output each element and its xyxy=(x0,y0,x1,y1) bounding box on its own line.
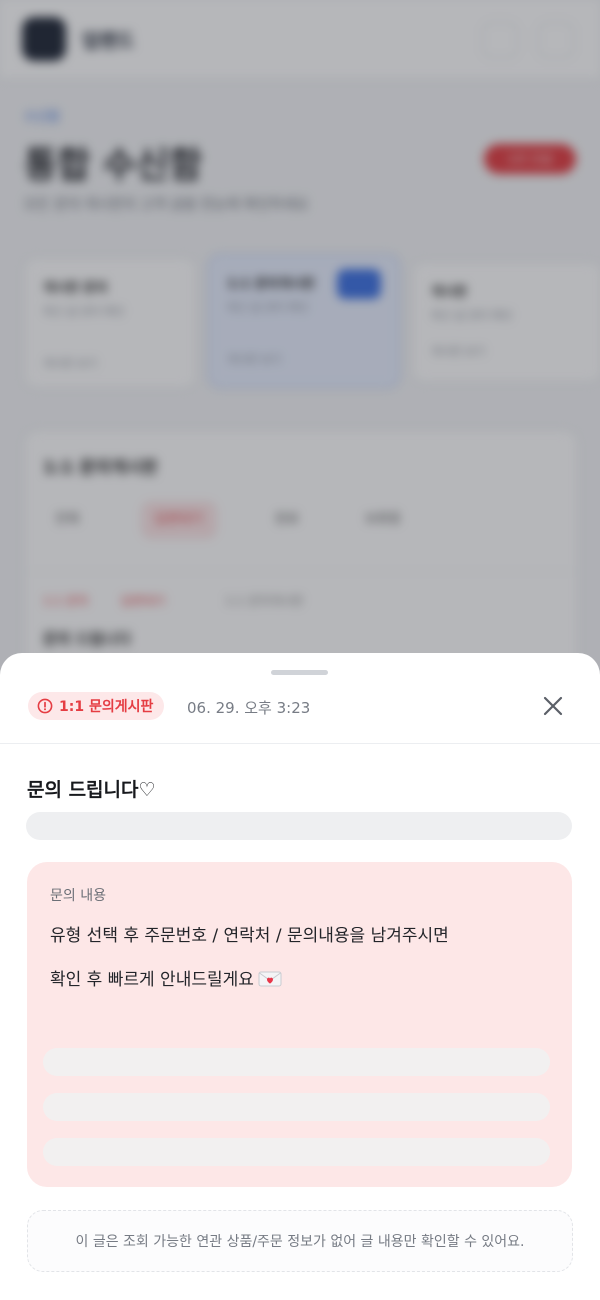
drag-handle[interactable] xyxy=(271,670,328,675)
header-divider xyxy=(0,743,600,744)
inquiry-content-box: 문의 내용 유형 선택 후 주문번호 / 연락처 / 문의내용을 남겨주시면 확… xyxy=(27,862,572,1187)
info-notice: 이 글은 조회 가능한 연관 상품/주문 정보가 없어 글 내용만 확인할 수 … xyxy=(27,1210,573,1272)
loading-placeholder xyxy=(43,1138,550,1166)
close-icon[interactable] xyxy=(540,693,566,719)
board-badge: 1:1 문의게시판 xyxy=(28,692,165,720)
loading-placeholder xyxy=(26,812,572,840)
board-badge-label: 1:1 문의게시판 xyxy=(59,699,154,715)
content-text-line-2: 확인 후 빠르게 안내드릴게요 xyxy=(50,965,282,993)
loading-placeholder xyxy=(43,1093,550,1121)
post-title: 문의 드립니다♡ xyxy=(27,779,156,801)
content-text: 확인 후 빠르게 안내드릴게요 xyxy=(50,970,254,990)
content-label: 문의 내용 xyxy=(50,888,106,904)
alert-circle-icon xyxy=(37,698,53,714)
notice-text: 이 글은 조회 가능한 연관 상품/주문 정보가 없어 글 내용만 확인할 수 … xyxy=(75,1234,525,1250)
content-text-line: 유형 선택 후 주문번호 / 연락처 / 문의내용을 남겨주시면 xyxy=(50,926,449,946)
loading-placeholder xyxy=(43,1048,550,1076)
inquiry-detail-sheet: 1:1 문의게시판 06. 29. 오후 3:23 문의 드립니다♡ 문의 내용… xyxy=(0,653,600,1300)
love-letter-icon xyxy=(258,970,282,993)
post-date: 06. 29. 오후 3:23 xyxy=(187,699,311,717)
